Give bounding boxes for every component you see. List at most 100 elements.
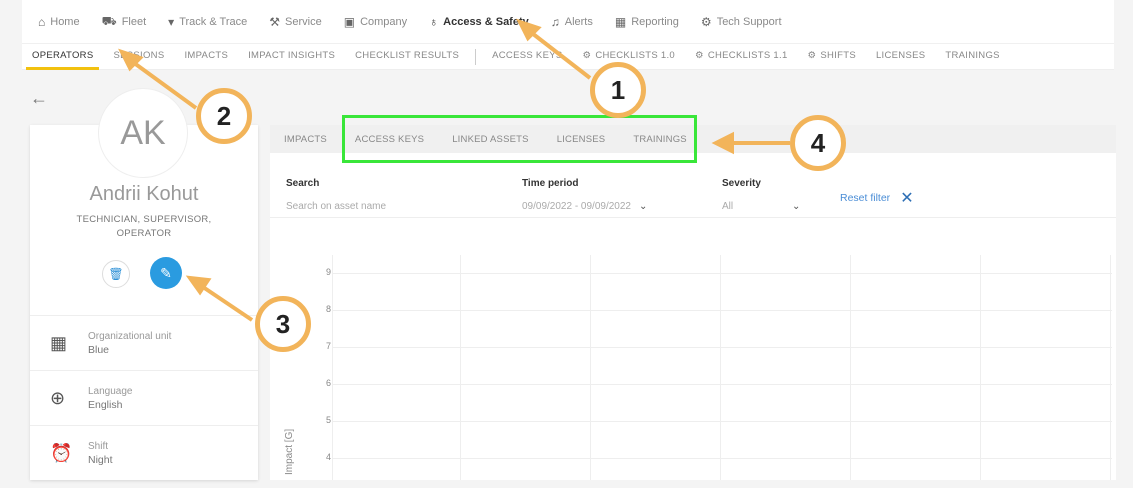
time-period-select[interactable]: 09/09/2022 - 09/09/2022 ⌄ bbox=[522, 201, 647, 212]
gear-icon: ⚙ bbox=[695, 49, 704, 61]
chevron-down-icon: ⌄ bbox=[792, 201, 801, 212]
nav-track-trace[interactable]: ▾ Track & Trace bbox=[168, 15, 247, 29]
grid-line-vertical bbox=[980, 255, 981, 480]
tab-impact-insights[interactable]: IMPACT INSIGHTS bbox=[238, 44, 345, 70]
callout-4: 4 bbox=[790, 115, 846, 171]
grid-line-horizontal bbox=[332, 347, 1112, 348]
y-tick-label: 9 bbox=[326, 267, 332, 277]
y-tick-label: 6 bbox=[326, 378, 332, 388]
grid-line-vertical bbox=[460, 255, 461, 480]
nav-label: Home bbox=[50, 15, 80, 28]
tab-checklists-11-label: CHECKLISTS 1.1 bbox=[707, 49, 788, 61]
chevron-down-icon: ⌄ bbox=[638, 201, 648, 212]
reporting-icon: ▦ bbox=[614, 14, 627, 29]
wrench-icon: ⚒ bbox=[269, 14, 281, 29]
search-filter: Search Search on asset name bbox=[286, 178, 386, 212]
grid-line-vertical bbox=[850, 255, 851, 480]
content-tab-impacts[interactable]: IMPACTS bbox=[284, 134, 327, 145]
operator-name: Andrii Kohut bbox=[89, 183, 199, 205]
nav-label: Fleet bbox=[121, 15, 147, 28]
bell-icon: ♫ bbox=[550, 14, 560, 29]
nav-company[interactable]: ▣ Company bbox=[344, 15, 407, 29]
tab-checklists-11[interactable]: ⚙ CHECKLISTS 1.1 bbox=[685, 44, 798, 70]
trash-icon: 🗑 bbox=[108, 267, 124, 281]
grid-line-horizontal bbox=[332, 310, 1112, 311]
pencil-icon: ✎ bbox=[160, 264, 172, 281]
nav-fleet[interactable]: ⛟ Fleet bbox=[102, 14, 147, 30]
tab-operators[interactable]: OPERATORS bbox=[22, 44, 103, 70]
callout-2: 2 bbox=[196, 88, 252, 144]
nav-home[interactable]: ⌂ Home bbox=[38, 15, 80, 29]
search-label: Search bbox=[286, 178, 320, 189]
tab-impacts[interactable]: IMPACTS bbox=[174, 44, 238, 70]
nav-service[interactable]: ⚒ Service bbox=[269, 15, 321, 29]
time-period-value: 09/09/2022 - 09/09/2022 bbox=[522, 201, 631, 212]
shift-label: Shift bbox=[88, 440, 109, 452]
y-tick-label: 4 bbox=[326, 452, 332, 462]
highlight-box bbox=[342, 115, 697, 163]
delete-button[interactable]: 🗑 bbox=[102, 260, 130, 288]
y-axis-label: Impact [G] bbox=[284, 428, 295, 475]
tab-checklist-results[interactable]: CHECKLIST RESULTS bbox=[345, 44, 469, 70]
avatar: AK bbox=[98, 88, 188, 178]
edit-button[interactable]: ✎ bbox=[150, 257, 182, 289]
org-unit-label: Organizational unit bbox=[88, 330, 172, 342]
nav-label: Alerts bbox=[564, 15, 593, 28]
alarm-clock-icon: ⏰ bbox=[50, 442, 73, 463]
close-icon: ✕ bbox=[900, 190, 914, 207]
nav-label: Service bbox=[285, 15, 322, 28]
nav-reporting[interactable]: ▦ Reporting bbox=[615, 15, 679, 29]
severity-label: Severity bbox=[722, 178, 761, 189]
nav-label: Tech Support bbox=[716, 15, 782, 28]
top-nav: ⌂ Home ⛟ Fleet ▾ Track & Trace ⚒ Service ▣ Compan… bbox=[22, 0, 1114, 44]
grid-line-vertical bbox=[590, 255, 591, 480]
language-row: ⊕ Language English bbox=[30, 370, 258, 425]
reset-filter-button[interactable]: Reset filter ✕ bbox=[840, 188, 914, 208]
severity-filter: Severity All ⌄ bbox=[722, 178, 800, 212]
time-period-label: Time period bbox=[522, 178, 579, 189]
nav-label: Reporting bbox=[631, 15, 679, 28]
org-unit-value: Blue bbox=[88, 343, 110, 356]
tab-licenses[interactable]: LICENSES bbox=[866, 44, 935, 70]
nav-access-safety[interactable]: ♁ Access & Safety bbox=[429, 15, 529, 29]
tab-shifts-label: SHIFTS bbox=[820, 49, 856, 61]
callout-3: 3 bbox=[255, 296, 311, 352]
tab-divider bbox=[475, 48, 477, 65]
shift-row: ⏰ Shift Night bbox=[30, 425, 258, 480]
building-icon: ▦ bbox=[50, 332, 68, 353]
org-unit-row: ▦ Organizational unit Blue bbox=[30, 315, 258, 370]
grid-line-vertical bbox=[720, 255, 721, 480]
severity-select[interactable]: All ⌄ bbox=[722, 201, 800, 212]
nav-label: Company bbox=[360, 15, 408, 28]
y-tick-label: 5 bbox=[326, 415, 332, 425]
search-input[interactable]: Search on asset name bbox=[286, 201, 386, 212]
operator-roles: TECHNICIAN, SUPERVISOR, OPERATOR bbox=[76, 214, 212, 239]
y-tick-label: 8 bbox=[326, 304, 332, 314]
reset-filter-label: Reset filter bbox=[840, 192, 891, 204]
gear-icon: ⚙ bbox=[700, 14, 712, 29]
gear-icon: ⚙ bbox=[582, 49, 592, 61]
home-icon: ⌂ bbox=[38, 14, 46, 29]
operator-detail-content: IMPACTS ACCESS KEYS LINKED ASSETS LICENS… bbox=[270, 125, 1116, 480]
nav-tech-support[interactable]: ⚙ Tech Support bbox=[701, 15, 782, 29]
tab-shifts[interactable]: ⚙ SHIFTS bbox=[798, 44, 866, 70]
tab-sessions[interactable]: SESSIONS bbox=[103, 44, 174, 70]
nav-alerts[interactable]: ♫ Alerts bbox=[551, 15, 593, 29]
grid-line-vertical bbox=[332, 255, 333, 480]
globe-icon: ⊕ bbox=[50, 387, 66, 408]
grid-line-horizontal bbox=[332, 384, 1112, 385]
callout-1: 1 bbox=[590, 62, 646, 118]
fleet-icon: ⛟ bbox=[101, 13, 117, 28]
language-label: Language bbox=[88, 385, 133, 397]
severity-value: All bbox=[722, 201, 734, 212]
company-icon: ▣ bbox=[343, 14, 356, 29]
location-pin-icon: ▾ bbox=[168, 14, 175, 29]
grid-line-horizontal bbox=[332, 273, 1112, 274]
time-period-filter: Time period 09/09/2022 - 09/09/2022 ⌄ bbox=[522, 178, 647, 212]
secondary-tabs: OPERATORS SESSIONS IMPACTS IMPACT INSIGH… bbox=[22, 44, 1114, 70]
tab-trainings[interactable]: TRAININGS bbox=[935, 44, 1009, 70]
grid-line-horizontal bbox=[332, 421, 1112, 422]
back-arrow-icon[interactable]: ← bbox=[30, 88, 48, 109]
gear-icon: ⚙ bbox=[807, 49, 817, 61]
tab-access-keys[interactable]: ACCESS KEYS bbox=[482, 44, 572, 70]
